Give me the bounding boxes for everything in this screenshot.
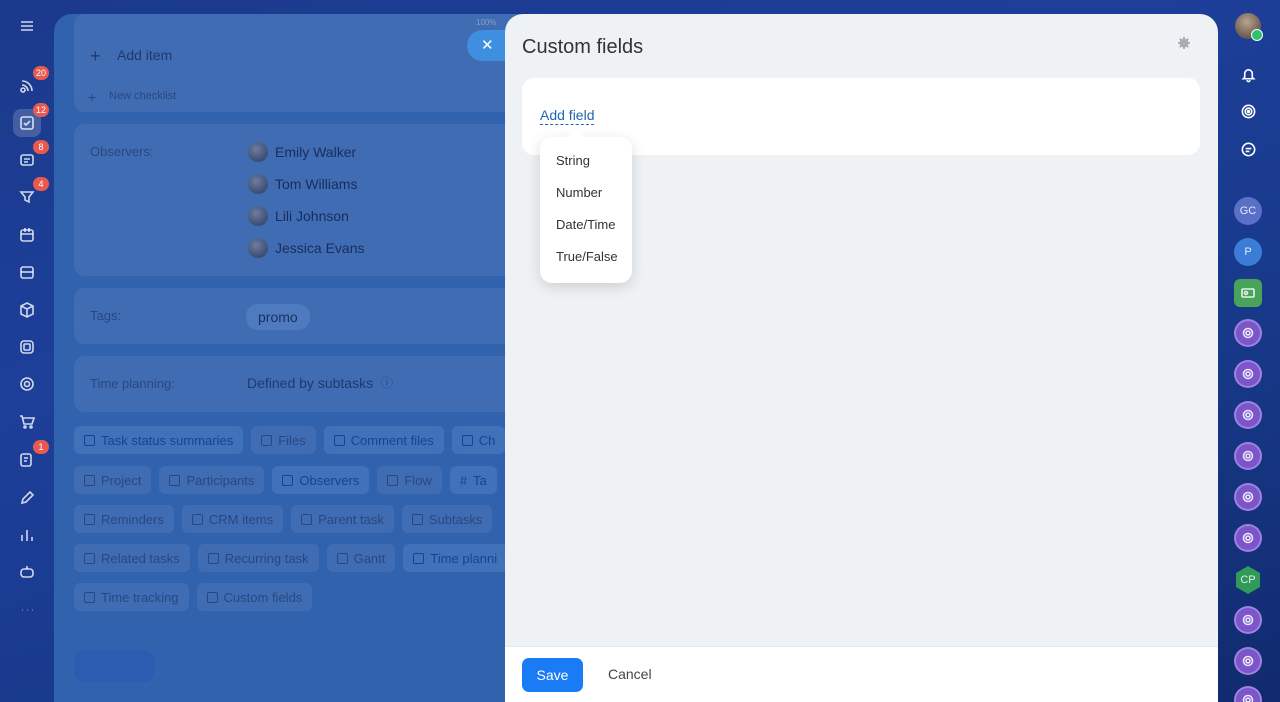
- field-type-menu: String Number Date/Time True/False: [540, 137, 632, 283]
- feed-badge: 20: [32, 66, 49, 80]
- field-type-string[interactable]: String: [540, 149, 632, 181]
- crm-nav-button[interactable]: 4: [13, 177, 49, 211]
- tasks-icon: [20, 116, 34, 130]
- chat-avatar-p[interactable]: P: [1234, 238, 1262, 266]
- chat-badge: 8: [33, 140, 49, 154]
- cart-icon: [20, 415, 36, 429]
- spiral-icon: [1241, 104, 1255, 118]
- tasks-badge: 12: [32, 103, 49, 117]
- marketing-nav-button[interactable]: [13, 370, 41, 398]
- chat-avatar-cp[interactable]: CP: [1235, 566, 1261, 594]
- chat-avatar-copilot[interactable]: [1234, 319, 1262, 347]
- spiral-icon: [1242, 491, 1254, 503]
- background-task-card: 100% + Add item + New checklist Observer…: [54, 14, 574, 702]
- save-button[interactable]: Save: [522, 658, 583, 692]
- chat-avatar-copilot[interactable]: [1234, 483, 1262, 511]
- cube-icon: [20, 302, 34, 318]
- sign-badge: 1: [33, 440, 49, 454]
- spiral-icon: [1242, 409, 1254, 421]
- feed-nav-button[interactable]: 20: [13, 66, 49, 100]
- spiral-icon: [1242, 368, 1254, 380]
- calendar-icon: [20, 228, 34, 242]
- field-type-datetime[interactable]: Date/Time: [540, 213, 632, 245]
- chat-avatar-copilot[interactable]: [1234, 647, 1262, 675]
- sites-nav-button[interactable]: [13, 333, 41, 361]
- crm-badge: 4: [33, 177, 49, 191]
- more-icon: [22, 609, 33, 611]
- analytics-nav-button[interactable]: [13, 521, 41, 549]
- menu-icon[interactable]: [13, 12, 41, 40]
- chat-avatar-gc[interactable]: GC: [1234, 197, 1262, 225]
- sites-icon: [20, 340, 34, 354]
- chat-avatar-copilot[interactable]: [1234, 686, 1262, 702]
- document-sign-icon: [20, 453, 32, 467]
- tasks-nav-button[interactable]: 12: [13, 103, 49, 137]
- cancel-button[interactable]: Cancel: [608, 666, 652, 682]
- field-type-number[interactable]: Number: [540, 181, 632, 213]
- storage-nav-button[interactable]: [13, 258, 41, 286]
- feed-icon: [20, 80, 33, 93]
- bell-icon: [1240, 68, 1256, 82]
- spiral-icon: [1242, 327, 1254, 339]
- sign-nav-button[interactable]: 1: [13, 440, 49, 474]
- message-icon: [1241, 142, 1255, 156]
- chat-avatar-copilot[interactable]: [1234, 442, 1262, 470]
- spiral-icon: [1242, 614, 1254, 626]
- chat-avatar-copilot[interactable]: [1234, 606, 1262, 634]
- contact-card-icon: [1241, 288, 1255, 298]
- funnel-icon: [19, 191, 35, 204]
- custom-fields-panel: Custom fields Add field String Number Da…: [505, 14, 1218, 702]
- spiral-icon: [1242, 694, 1254, 702]
- chat-avatar-copilot[interactable]: [1234, 524, 1262, 552]
- messenger-button[interactable]: [1234, 135, 1262, 163]
- dim-overlay: [54, 14, 574, 702]
- spiral-icon: [1242, 655, 1254, 667]
- copilot-button[interactable]: [1234, 97, 1262, 125]
- page-title: Custom fields: [522, 36, 644, 58]
- shop-nav-button[interactable]: [13, 408, 41, 436]
- notifications-button[interactable]: [1234, 60, 1262, 88]
- calendar-nav-button[interactable]: [13, 221, 41, 249]
- chat-avatar-copilot[interactable]: [1234, 401, 1262, 429]
- automation-nav-button[interactable]: [13, 484, 41, 512]
- bar-chart-icon: [21, 530, 33, 541]
- field-type-boolean[interactable]: True/False: [540, 245, 632, 277]
- chat-nav-button[interactable]: 8: [13, 140, 49, 174]
- spiral-icon: [1242, 532, 1254, 544]
- robot-icon: [20, 566, 34, 578]
- target-icon: [20, 377, 34, 391]
- chat-icon: [20, 154, 34, 166]
- gear-icon[interactable]: [1176, 35, 1192, 51]
- close-icon: ✕: [481, 37, 494, 54]
- online-status-icon: [1251, 29, 1263, 41]
- pen-icon: [20, 490, 35, 505]
- more-nav-button[interactable]: [13, 596, 41, 624]
- chat-avatar-copilot[interactable]: [1234, 360, 1262, 388]
- add-field-link[interactable]: Add field: [540, 107, 595, 125]
- spiral-icon: [1242, 450, 1254, 462]
- left-navigation-rail: 20 12 8 4 1: [0, 0, 54, 702]
- bot-nav-button[interactable]: [13, 558, 41, 586]
- right-rail: GC P CP: [1218, 0, 1280, 702]
- inventory-nav-button[interactable]: [13, 296, 41, 324]
- panel-footer: Save Cancel: [505, 646, 1218, 702]
- chat-avatar-contact-card[interactable]: [1234, 279, 1262, 307]
- storage-icon: [20, 266, 34, 279]
